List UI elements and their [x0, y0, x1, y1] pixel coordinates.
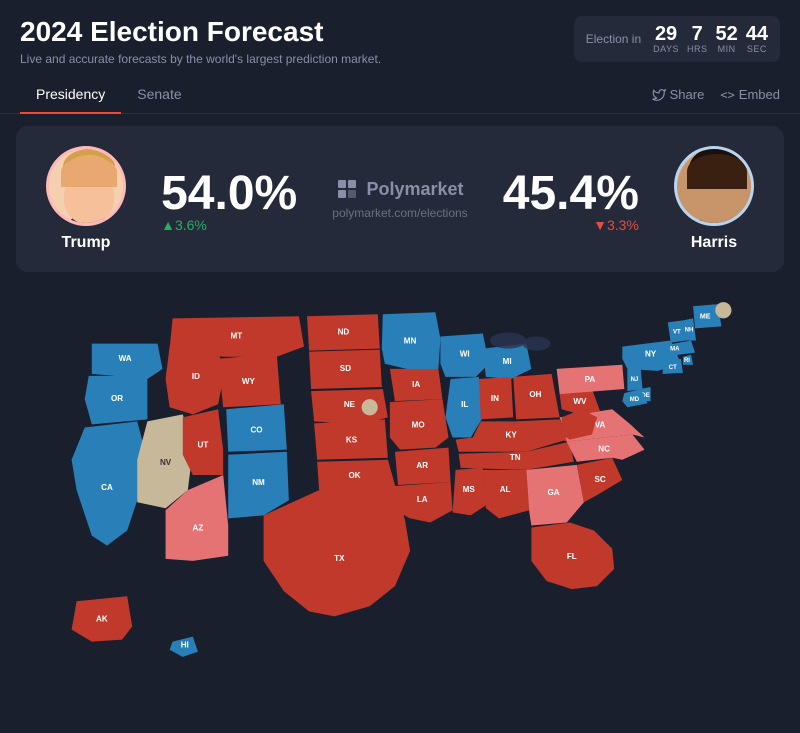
state-vt	[668, 320, 686, 342]
harris-change: ▼3.3%	[593, 217, 639, 233]
state-nd	[307, 314, 380, 350]
harris-name: Harris	[691, 234, 737, 252]
state-or	[85, 376, 148, 425]
countdown-days: 29 DAYS	[653, 24, 679, 54]
state-tx	[264, 485, 411, 616]
state-ia	[390, 369, 443, 401]
state-ut	[183, 409, 223, 475]
trump-forecast-nums: 54.0% ▲3.6%	[161, 166, 297, 233]
forecast-card: Trump 54.0% ▲3.6% Polymarket polymarket.…	[16, 126, 784, 272]
hours-label: HRS	[687, 44, 708, 54]
state-ct	[663, 359, 683, 374]
trump-change: ▲3.6%	[161, 217, 207, 233]
state-ga	[526, 465, 584, 526]
countdown-minutes: 52 MIN	[716, 24, 738, 54]
center-info: Polymarket polymarket.com/elections	[332, 178, 467, 220]
minutes-label: MIN	[718, 44, 736, 54]
state-in	[479, 377, 513, 419]
ne-split-dot	[362, 399, 378, 415]
tab-senate[interactable]: Senate	[121, 76, 197, 114]
polymarket-name: Polymarket	[366, 179, 463, 200]
share-button[interactable]: Share	[652, 87, 705, 102]
countdown-units: 29 DAYS 7 HRS 52 MIN 44 SEC	[653, 24, 768, 54]
hours-value: 7	[692, 24, 703, 44]
harris-pct-block: 45.4% ▼3.3%	[503, 166, 639, 233]
polymarket-logo: Polymarket	[336, 178, 463, 200]
page-title: 2024 Election Forecast	[20, 16, 381, 48]
seconds-value: 44	[746, 24, 768, 44]
state-pa	[557, 365, 625, 394]
tabs-left: Presidency Senate	[20, 76, 198, 113]
days-label: DAYS	[653, 44, 679, 54]
countdown-label: Election in	[586, 32, 641, 46]
seconds-label: SEC	[747, 44, 767, 54]
page-subtitle: Live and accurate forecasts by the world…	[20, 52, 381, 66]
lake-michigan	[490, 332, 526, 348]
countdown-hours: 7 HRS	[687, 24, 708, 54]
harris-pct: 45.4%	[503, 166, 639, 221]
trump-avatar	[46, 146, 126, 226]
state-ca	[72, 421, 148, 545]
me-split-dot	[715, 302, 731, 318]
state-sd	[309, 350, 382, 389]
harris-forecast-nums: 45.4% ▼3.3%	[503, 166, 639, 233]
state-mn	[382, 312, 441, 371]
trump-pct-block: 54.0% ▲3.6%	[161, 166, 297, 233]
state-mi	[483, 344, 532, 379]
minutes-value: 52	[716, 24, 738, 44]
state-fl	[531, 522, 614, 589]
state-ak	[72, 596, 133, 641]
harris-candidate: Harris	[674, 146, 754, 252]
state-wa	[92, 344, 163, 379]
electoral-map: WA OR CA NV ID MT WY UT AZ CO	[16, 288, 784, 697]
state-mt	[170, 316, 304, 356]
state-ok	[317, 460, 395, 490]
state-wi	[440, 333, 489, 376]
state-wy	[218, 354, 281, 408]
state-ar	[395, 448, 451, 485]
harris-avatar	[674, 146, 754, 226]
days-value: 29	[655, 24, 677, 44]
state-oh	[513, 374, 559, 419]
state-nj	[627, 367, 642, 391]
state-ri	[683, 355, 693, 365]
state-sc	[577, 458, 622, 502]
state-ms	[453, 468, 486, 515]
page-header: 2024 Election Forecast Live and accurate…	[0, 0, 800, 76]
tabs-right: Share <> Embed	[652, 87, 780, 102]
lake-erie	[522, 337, 550, 351]
tab-presidency[interactable]: Presidency	[20, 76, 121, 114]
trump-pct: 54.0%	[161, 166, 297, 221]
state-al	[483, 470, 529, 519]
countdown-seconds: 44 SEC	[746, 24, 768, 54]
state-ks	[314, 419, 388, 459]
embed-button[interactable]: <> Embed	[720, 87, 780, 102]
state-mo	[390, 399, 449, 450]
state-il	[445, 377, 482, 438]
tabs-bar: Presidency Senate Share <> Embed	[0, 76, 800, 114]
trump-name: Trump	[62, 234, 111, 252]
header-left: 2024 Election Forecast Live and accurate…	[20, 16, 381, 66]
countdown-widget: Election in 29 DAYS 7 HRS 52 MIN 44 SEC	[574, 16, 780, 62]
map-svg: WA OR CA NV ID MT WY UT AZ CO	[16, 288, 784, 692]
state-co	[226, 404, 287, 451]
trump-candidate: Trump	[46, 146, 126, 252]
state-hi	[170, 637, 198, 657]
polymarket-url: polymarket.com/elections	[332, 206, 467, 220]
